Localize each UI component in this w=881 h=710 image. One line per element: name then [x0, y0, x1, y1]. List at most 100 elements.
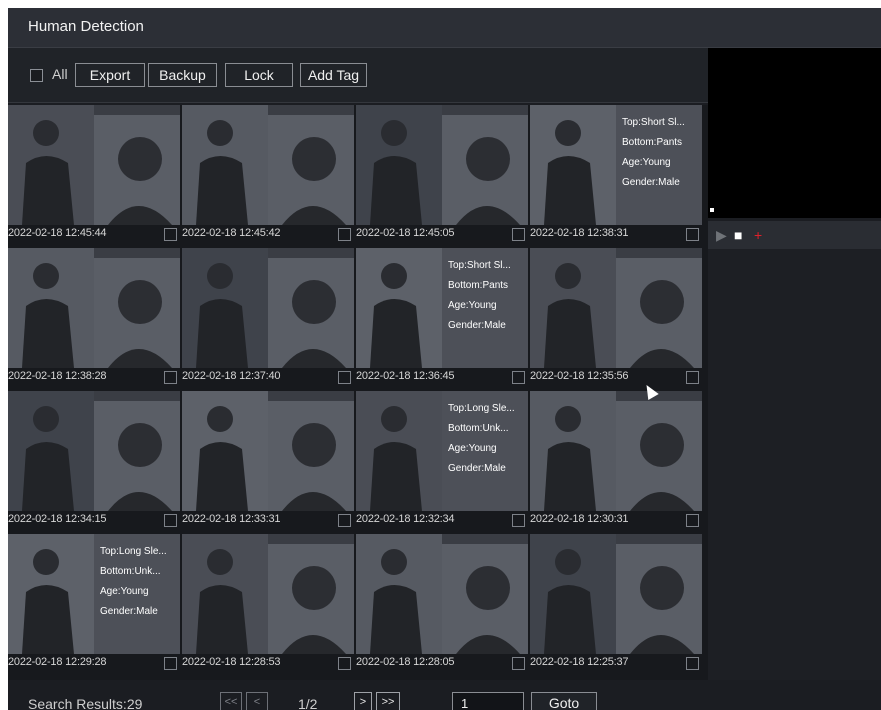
- previous-page-button[interactable]: <: [246, 692, 268, 710]
- person-snapshot: [530, 248, 616, 368]
- result-tile[interactable]: 2022-02-18 12:25:37: [530, 534, 704, 676]
- person-snapshot: [8, 248, 94, 368]
- video-preview: [708, 48, 881, 218]
- lock-button[interactable]: Lock: [225, 63, 293, 87]
- attribute-text: Gender:Male: [622, 177, 680, 188]
- result-thumbnail[interactable]: [182, 534, 354, 654]
- result-timestamp: 2022-02-18 12:35:56: [530, 370, 629, 382]
- result-checkbox[interactable]: [164, 371, 177, 384]
- result-checkbox[interactable]: [164, 657, 177, 670]
- result-thumbnail[interactable]: Top:Long Sle... Bottom:Unk... Age:Young Gen…: [356, 391, 528, 511]
- select-all-checkbox[interactable]: [30, 69, 43, 82]
- result-tile[interactable]: Top:Long Sle... Bottom:Unk... Age:Young Gen…: [356, 391, 530, 533]
- result-checkbox[interactable]: [512, 228, 525, 241]
- person-snapshot: [356, 248, 442, 368]
- result-timestamp: 2022-02-18 12:28:05: [356, 656, 455, 668]
- result-checkbox[interactable]: [338, 514, 351, 527]
- play-icon[interactable]: ▶: [716, 228, 727, 242]
- result-checkbox[interactable]: [338, 657, 351, 670]
- face-closeup: [94, 115, 180, 225]
- attribute-text: Bottom:Unk...: [100, 566, 161, 577]
- result-checkbox[interactable]: [512, 371, 525, 384]
- person-snapshot: [356, 534, 442, 654]
- result-checkbox[interactable]: [686, 514, 699, 527]
- result-thumbnail[interactable]: [356, 534, 528, 654]
- result-thumbnail[interactable]: [182, 105, 354, 225]
- result-thumbnail[interactable]: [8, 248, 180, 368]
- result-timestamp: 2022-02-18 12:29:28: [8, 656, 107, 668]
- result-checkbox[interactable]: [512, 514, 525, 527]
- result-thumbnail[interactable]: Top:Short Sl... Bottom:Pants Age:Young Gend…: [530, 105, 702, 225]
- result-timestamp: 2022-02-18 12:33:31: [182, 513, 281, 525]
- result-checkbox[interactable]: [512, 657, 525, 670]
- face-closeup: [268, 258, 354, 368]
- result-tile[interactable]: 2022-02-18 12:38:28: [8, 248, 182, 390]
- goto-page-input[interactable]: [452, 692, 524, 710]
- result-tile[interactable]: Top:Short Sl... Bottom:Pants Age:Young Gend…: [530, 105, 704, 247]
- person-snapshot: [530, 534, 616, 654]
- result-checkbox[interactable]: [686, 657, 699, 670]
- result-timestamp: 2022-02-18 12:34:15: [8, 513, 107, 525]
- attribute-text: Age:Young: [622, 157, 671, 168]
- face-closeup: [268, 544, 354, 654]
- result-thumbnail[interactable]: Top:Long Sle... Bottom:Unk... Age:Young Gen…: [8, 534, 180, 654]
- result-tile[interactable]: 2022-02-18 12:34:15: [8, 391, 182, 533]
- person-snapshot: [8, 534, 94, 654]
- next-page-button[interactable]: >: [354, 692, 372, 710]
- result-tile[interactable]: 2022-02-18 12:28:53: [182, 534, 356, 676]
- result-checkbox[interactable]: [338, 228, 351, 241]
- result-timestamp: 2022-02-18 12:38:31: [530, 227, 629, 239]
- playback-controls: ▶ ■ +: [708, 221, 881, 249]
- person-snapshot: [356, 391, 442, 511]
- attribute-text: Top:Short Sl...: [448, 260, 511, 271]
- add-tag-button[interactable]: Add Tag: [300, 63, 367, 87]
- result-tile[interactable]: 2022-02-18 12:45:05: [356, 105, 530, 247]
- result-tile[interactable]: 2022-02-18 12:37:40: [182, 248, 356, 390]
- face-closeup: [616, 544, 702, 654]
- result-checkbox[interactable]: [164, 514, 177, 527]
- attribute-panel: Top:Short Sl... Bottom:Pants Age:Young Gend…: [616, 105, 702, 225]
- result-tile[interactable]: 2022-02-18 12:45:44: [8, 105, 182, 247]
- person-snapshot: [182, 248, 268, 368]
- result-tile[interactable]: 2022-02-18 12:28:05: [356, 534, 530, 676]
- face-closeup: [616, 401, 702, 511]
- result-checkbox[interactable]: [686, 371, 699, 384]
- result-tile[interactable]: 2022-02-18 12:45:42: [182, 105, 356, 247]
- goto-button[interactable]: Goto: [531, 692, 597, 710]
- result-timestamp: 2022-02-18 12:37:40: [182, 370, 281, 382]
- stop-icon[interactable]: ■: [734, 228, 742, 242]
- result-thumbnail[interactable]: [8, 391, 180, 511]
- playback-position-marker: [710, 208, 714, 212]
- backup-button[interactable]: Backup: [148, 63, 217, 87]
- result-timestamp: 2022-02-18 12:38:28: [8, 370, 107, 382]
- title-bar: Human Detection: [8, 8, 881, 48]
- select-all-label: All: [52, 66, 68, 82]
- result-thumbnail[interactable]: [530, 248, 702, 368]
- attribute-text: Bottom:Pants: [448, 280, 509, 291]
- result-timestamp: 2022-02-18 12:36:45: [356, 370, 455, 382]
- result-tile[interactable]: 2022-02-18 12:33:31: [182, 391, 356, 533]
- first-page-button[interactable]: <<: [220, 692, 242, 710]
- result-checkbox[interactable]: [686, 228, 699, 241]
- result-thumbnail[interactable]: [530, 534, 702, 654]
- result-tile[interactable]: Top:Short Sl... Bottom:Pants Age:Young Gend…: [356, 248, 530, 390]
- face-closeup: [616, 258, 702, 368]
- result-thumbnail[interactable]: [182, 391, 354, 511]
- result-tile[interactable]: Top:Long Sle... Bottom:Unk... Age:Young Gen…: [8, 534, 182, 676]
- result-thumbnail[interactable]: [182, 248, 354, 368]
- attribute-text: Gender:Male: [448, 320, 506, 331]
- person-snapshot: [356, 105, 442, 225]
- result-thumbnail[interactable]: [8, 105, 180, 225]
- add-tag-icon[interactable]: +: [754, 228, 762, 242]
- last-page-button[interactable]: >>: [376, 692, 400, 710]
- result-tile[interactable]: 2022-02-18 12:35:56: [530, 248, 704, 390]
- result-thumbnail[interactable]: [356, 105, 528, 225]
- person-snapshot: [8, 391, 94, 511]
- result-timestamp: 2022-02-18 12:25:37: [530, 656, 629, 668]
- export-button[interactable]: Export: [75, 63, 145, 87]
- result-checkbox[interactable]: [338, 371, 351, 384]
- result-tile[interactable]: 2022-02-18 12:30:31: [530, 391, 704, 533]
- result-thumbnail[interactable]: [530, 391, 702, 511]
- result-checkbox[interactable]: [164, 228, 177, 241]
- result-thumbnail[interactable]: Top:Short Sl... Bottom:Pants Age:Young Gend…: [356, 248, 528, 368]
